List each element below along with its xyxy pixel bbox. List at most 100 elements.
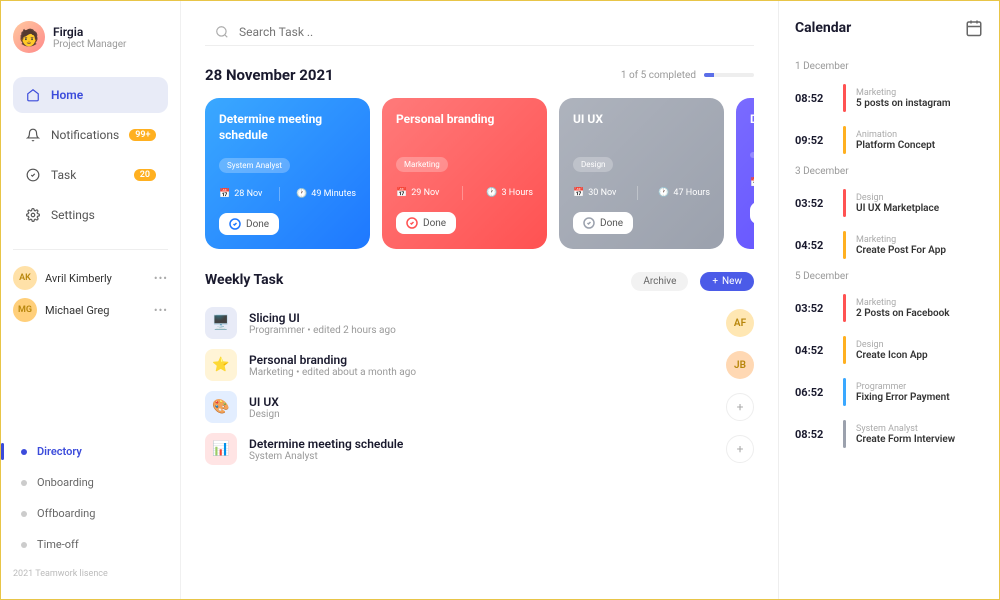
event-time: 03:52 xyxy=(795,197,833,210)
team-member[interactable]: MGMichael Greg••• xyxy=(13,298,168,322)
add-button[interactable]: + xyxy=(726,435,754,463)
card-title: UI UX xyxy=(573,112,710,142)
calendar-header: Calendar xyxy=(795,19,983,37)
event-title: 5 posts on instagram xyxy=(856,98,983,109)
new-button[interactable]: +New xyxy=(700,272,754,291)
done-button[interactable]: Done xyxy=(396,212,456,234)
task-cards: Determine meeting schedule System Analys… xyxy=(205,98,754,249)
home-icon xyxy=(25,87,41,103)
search-icon xyxy=(215,25,229,39)
card-tag: System Analyst xyxy=(219,158,290,173)
dot-icon xyxy=(21,542,27,548)
task-card[interactable]: Personal branding Marketing 📅29 Nov 🕐3 H… xyxy=(382,98,547,249)
gear-icon xyxy=(25,207,41,223)
progress-bar xyxy=(704,73,754,77)
nav-home-label: Home xyxy=(51,88,83,102)
add-button[interactable]: + xyxy=(726,393,754,421)
calendar-icon: 📅 xyxy=(219,189,230,199)
calendar-event[interactable]: 04:52 DesignCreate Icon App xyxy=(795,334,983,366)
event-title: Platform Concept xyxy=(856,140,983,151)
event-category: Marketing xyxy=(856,235,983,245)
calendar-event[interactable]: 08:52 Marketing5 posts on instagram xyxy=(795,82,983,114)
calendar-panel: Calendar 1 December 08:52 Marketing5 pos… xyxy=(779,1,999,599)
event-time: 08:52 xyxy=(795,428,833,441)
dot-icon xyxy=(21,449,27,455)
task-row[interactable]: 🎨 UI UX Design + xyxy=(205,391,754,423)
assignee-avatar[interactable]: JB xyxy=(726,351,754,379)
event-time: 08:52 xyxy=(795,92,833,105)
card-meta: 📅30 Nov 🕐47 Hours xyxy=(573,186,710,200)
calendar-event[interactable]: 09:52 AnimationPlatform Concept xyxy=(795,124,983,156)
dir-directory[interactable]: Directory xyxy=(13,439,168,464)
card-tag: Marketing xyxy=(396,157,448,172)
archive-button[interactable]: Archive xyxy=(631,272,688,291)
nav-task-label: Task xyxy=(51,168,76,182)
task-type-icon: ⭐ xyxy=(205,349,237,381)
card-meta: 📅29 Nov 🕐3 Hours xyxy=(396,186,533,200)
event-color-bar xyxy=(843,294,846,322)
calendar-event[interactable]: 06:52 ProgrammerFixing Error Payment xyxy=(795,376,983,408)
task-row[interactable]: 🖥️ Slicing UI Programmer • edited 2 hour… xyxy=(205,307,754,339)
task-type-icon: 🖥️ xyxy=(205,307,237,339)
done-button[interactable]: Done xyxy=(573,212,633,234)
dir-timeoff[interactable]: Time-off xyxy=(13,532,168,557)
calendar-date-label: 5 December xyxy=(795,271,983,282)
event-category: Programmer xyxy=(856,382,983,392)
task-row[interactable]: 📊 Determine meeting schedule System Anal… xyxy=(205,433,754,465)
event-time: 09:52 xyxy=(795,134,833,147)
date-title: 28 November 2021 xyxy=(205,66,334,84)
dir-onboarding[interactable]: Onboarding xyxy=(13,470,168,495)
event-color-bar xyxy=(843,189,846,217)
progress-text: 1 of 5 completed xyxy=(621,70,696,81)
event-title: 2 Posts on Facebook xyxy=(856,308,983,319)
user-block[interactable]: 🧑 Firgia Project Manager xyxy=(13,21,168,53)
nav-notifications[interactable]: Notifications 99+ xyxy=(13,117,168,153)
event-time: 04:52 xyxy=(795,344,833,357)
more-icon[interactable]: ••• xyxy=(154,304,168,317)
event-color-bar xyxy=(843,378,846,406)
event-category: Design xyxy=(856,193,983,203)
search-input[interactable] xyxy=(239,25,744,39)
card-tag xyxy=(750,152,754,158)
calendar-event[interactable]: 03:52 Marketing2 Posts on Facebook xyxy=(795,292,983,324)
team-name: Avril Kimberly xyxy=(45,272,112,285)
nav-settings-label: Settings xyxy=(51,208,95,222)
event-category: Marketing xyxy=(856,298,983,308)
event-color-bar xyxy=(843,336,846,364)
card-tag: Design xyxy=(573,157,613,172)
card-title: Determine meeting schedule xyxy=(219,112,356,143)
event-category: Design xyxy=(856,340,983,350)
assignee-avatar[interactable]: AF xyxy=(726,309,754,337)
team-list: AKAvril Kimberly•••MGMichael Greg••• xyxy=(13,266,168,322)
event-color-bar xyxy=(843,231,846,259)
calendar-event[interactable]: 03:52 DesignUI UX Marketplace xyxy=(795,187,983,219)
event-time: 04:52 xyxy=(795,239,833,252)
directory-nav: Directory Onboarding Offboarding Time-of… xyxy=(13,423,168,557)
nav-home[interactable]: Home xyxy=(13,77,168,113)
card-title: D se xyxy=(750,112,754,142)
nav-settings[interactable]: Settings xyxy=(13,197,168,233)
dir-offboarding[interactable]: Offboarding xyxy=(13,501,168,526)
calendar-event[interactable]: 04:52 MarketingCreate Post For App xyxy=(795,229,983,261)
more-icon[interactable]: ••• xyxy=(154,272,168,285)
task-row[interactable]: ⭐ Personal branding Marketing • edited a… xyxy=(205,349,754,381)
calendar-date-label: 1 December xyxy=(795,61,983,72)
calendar-icon[interactable] xyxy=(965,19,983,37)
card-meta: 📅 🕐 xyxy=(750,176,754,190)
calendar-date-label: 3 December xyxy=(795,166,983,177)
task-badge: 20 xyxy=(134,169,156,181)
task-subtitle: Design xyxy=(249,409,714,420)
event-title: Create Icon App xyxy=(856,350,983,361)
calendar-event[interactable]: 08:52 System AnalystCreate Form Intervie… xyxy=(795,418,983,450)
task-card[interactable]: D se 📅 🕐 xyxy=(736,98,754,249)
nav-notifications-label: Notifications xyxy=(51,128,119,142)
done-button[interactable] xyxy=(750,202,754,224)
task-card[interactable]: Determine meeting schedule System Analys… xyxy=(205,98,370,249)
nav-task[interactable]: Task 20 xyxy=(13,157,168,193)
task-subtitle: Marketing • edited about a month ago xyxy=(249,367,714,378)
calendar-icon: 📅 xyxy=(750,178,754,188)
card-title: Personal branding xyxy=(396,112,533,142)
done-button[interactable]: Done xyxy=(219,213,279,235)
task-card[interactable]: UI UX Design 📅30 Nov 🕐47 Hours Done xyxy=(559,98,724,249)
team-member[interactable]: AKAvril Kimberly••• xyxy=(13,266,168,290)
